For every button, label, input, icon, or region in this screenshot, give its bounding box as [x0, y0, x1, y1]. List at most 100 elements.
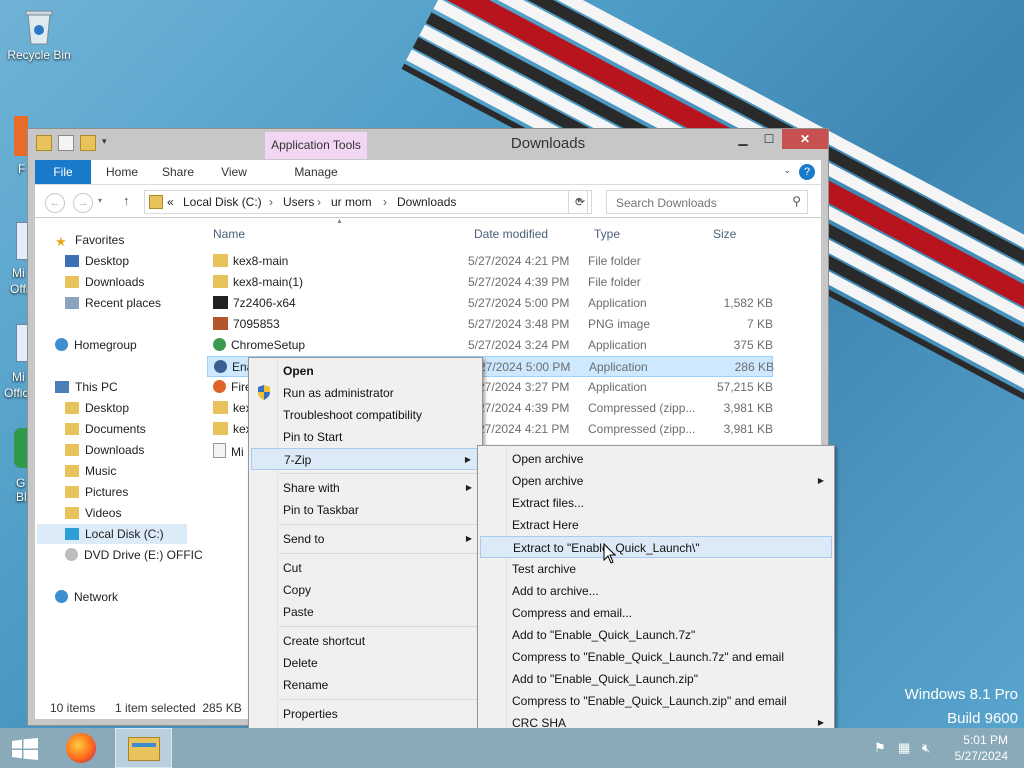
start-button[interactable]: [0, 728, 50, 768]
nav-this-pc[interactable]: This PC: [55, 377, 118, 397]
close-button[interactable]: ✕: [782, 129, 828, 149]
submenu-compress-7z-email[interactable]: Compress to "Enable_Quick_Launch.7z" and…: [480, 646, 832, 668]
maximize-button[interactable]: ☐: [756, 129, 782, 149]
breadcrumb-user[interactable]: ur mom: [331, 195, 372, 209]
column-date-modified[interactable]: Date modified: [474, 227, 548, 241]
menu-cut[interactable]: Cut: [251, 557, 480, 579]
menu-pin-to-taskbar[interactable]: Pin to Taskbar: [251, 499, 480, 521]
volume-muted-icon[interactable]: 🔇︎: [922, 740, 930, 756]
address-bar[interactable]: « Local Disk (C:) › Users › ur mom › Dow…: [144, 190, 588, 214]
nav-pc-music[interactable]: Music: [65, 461, 116, 481]
tab-manage[interactable]: Manage: [265, 160, 367, 184]
menu-create-shortcut[interactable]: Create shortcut: [251, 630, 480, 652]
submenu-add-to-archive[interactable]: Add to archive...: [480, 580, 832, 602]
taskbar-file-explorer[interactable]: [115, 728, 172, 768]
search-icon[interactable]: ⚲: [792, 194, 801, 208]
file-row[interactable]: kex8-main(1) 5/27/2024 4:39 PM File fold…: [207, 272, 773, 293]
tab-share[interactable]: Share: [153, 160, 203, 184]
breadcrumb-users[interactable]: Users: [283, 195, 314, 209]
menu-troubleshoot[interactable]: Troubleshoot compatibility: [251, 404, 480, 426]
title-bar[interactable]: ▾ Application Tools Downloads ▁ ☐ ✕: [28, 129, 828, 159]
menu-open[interactable]: Open: [251, 360, 480, 382]
up-button[interactable]: ↑: [123, 193, 130, 208]
breadcrumb-separator[interactable]: ›: [269, 195, 273, 209]
action-center-flag-icon[interactable]: ⚑: [874, 740, 886, 756]
help-icon[interactable]: ?: [799, 164, 815, 180]
column-size[interactable]: Size: [713, 227, 736, 241]
search-input[interactable]: [614, 195, 788, 211]
file-row[interactable]: 7z2406-x64 5/27/2024 5:00 PM Application…: [207, 293, 773, 314]
breadcrumb-downloads[interactable]: Downloads: [397, 195, 456, 209]
submenu-add-to-7z[interactable]: Add to "Enable_Quick_Launch.7z": [480, 624, 832, 646]
properties-icon[interactable]: [58, 135, 74, 151]
submenu-extract-here[interactable]: Extract Here: [480, 514, 832, 536]
nav-pc-desktop[interactable]: Desktop: [65, 398, 129, 418]
firefox-shortcut-icon[interactable]: [14, 116, 28, 156]
breadcrumb-local-disk[interactable]: Local Disk (C:): [183, 195, 262, 209]
application-icon: [214, 360, 227, 373]
menu-paste[interactable]: Paste: [251, 601, 480, 623]
submenu-open-archive-more[interactable]: Open archive ▶: [480, 470, 832, 492]
search-box[interactable]: ⚲: [606, 190, 808, 214]
menu-delete[interactable]: Delete: [251, 652, 480, 674]
chrome-shortcut-icon[interactable]: [14, 428, 28, 468]
desktop-label-5: Offic: [4, 386, 29, 400]
menu-pin-to-start[interactable]: Pin to Start: [251, 426, 480, 448]
menu-rename[interactable]: Rename: [251, 674, 480, 696]
menu-run-as-admin[interactable]: Run as administrator: [251, 382, 480, 404]
tab-home[interactable]: Home: [97, 160, 147, 184]
breadcrumb-separator[interactable]: ›: [383, 195, 387, 209]
column-name[interactable]: Name: [213, 227, 245, 241]
submenu-compress-zip-email[interactable]: Compress to "Enable_Quick_Launch.zip" an…: [480, 690, 832, 712]
minimize-button[interactable]: ▁: [730, 129, 756, 149]
breadcrumb-separator[interactable]: ›: [317, 195, 321, 209]
submenu-add-to-zip[interactable]: Add to "Enable_Quick_Launch.zip": [480, 668, 832, 690]
menu-send-to[interactable]: Send to ▶: [251, 528, 480, 550]
menu-separator: [279, 473, 478, 474]
taskbar-firefox[interactable]: [56, 728, 106, 768]
nav-fav-downloads[interactable]: Downloads: [65, 272, 144, 292]
refresh-button[interactable]: ⟳: [568, 190, 592, 214]
ribbon-tabs: File Home Share View Manage ⌄ ?: [35, 160, 821, 185]
file-row[interactable]: 7095853 5/27/2024 3:48 PM PNG image 7 KB: [207, 314, 773, 335]
breadcrumb-overflow[interactable]: «: [167, 195, 174, 209]
folder-icon: [65, 486, 79, 498]
nav-pc-dvd-drive[interactable]: DVD Drive (E:) OFFIC: [65, 545, 203, 565]
recent-locations-icon[interactable]: ▾: [98, 196, 102, 205]
nav-pc-pictures[interactable]: Pictures: [65, 482, 128, 502]
nav-pc-videos[interactable]: Videos: [65, 503, 121, 523]
desktop-label-2: Mi: [12, 266, 25, 280]
nav-pc-documents[interactable]: Documents: [65, 419, 146, 439]
nav-favorites[interactable]: ★ Favorites: [55, 230, 124, 250]
forward-button[interactable]: →: [73, 193, 93, 213]
file-row[interactable]: ChromeSetup 5/27/2024 3:24 PM Applicatio…: [207, 335, 773, 356]
nav-fav-desktop[interactable]: Desktop: [65, 251, 129, 271]
submenu-open-archive[interactable]: Open archive: [480, 448, 832, 470]
new-folder-icon[interactable]: [80, 135, 96, 151]
nav-network[interactable]: Network: [55, 587, 118, 607]
nav-homegroup[interactable]: Homegroup: [55, 335, 137, 355]
submenu-extract-to-folder[interactable]: Extract to "Enable_Quick_Launch\": [480, 536, 832, 558]
folder-icon: [65, 465, 79, 477]
menu-share-with[interactable]: Share with ▶: [251, 477, 480, 499]
customize-toolbar-icon[interactable]: ▾: [102, 136, 110, 150]
tab-view[interactable]: View: [209, 160, 259, 184]
submenu-extract-files[interactable]: Extract files...: [480, 492, 832, 514]
nav-fav-recent[interactable]: Recent places: [65, 293, 161, 313]
submenu-compress-and-email[interactable]: Compress and email...: [480, 602, 832, 624]
nav-pc-local-disk[interactable]: Local Disk (C:): [37, 524, 187, 544]
back-button[interactable]: ←: [45, 193, 65, 213]
clock-time: 5:01 PM: [963, 733, 1008, 747]
nav-pc-downloads[interactable]: Downloads: [65, 440, 144, 460]
submenu-test-archive[interactable]: Test archive: [480, 558, 832, 580]
clock[interactable]: 5:01 PM 5/27/2024: [955, 732, 1008, 764]
tab-file[interactable]: File: [35, 160, 91, 184]
recycle-bin-shortcut[interactable]: Recycle Bin: [2, 0, 76, 62]
network-icon[interactable]: ▦: [898, 740, 910, 756]
expand-ribbon-icon[interactable]: ⌄: [783, 165, 791, 176]
column-type[interactable]: Type: [594, 227, 620, 241]
file-row[interactable]: kex8-main 5/27/2024 4:21 PM File folder: [207, 251, 773, 272]
menu-properties[interactable]: Properties: [251, 703, 480, 725]
menu-7zip[interactable]: 7-Zip ▶: [251, 448, 480, 470]
menu-copy[interactable]: Copy: [251, 579, 480, 601]
